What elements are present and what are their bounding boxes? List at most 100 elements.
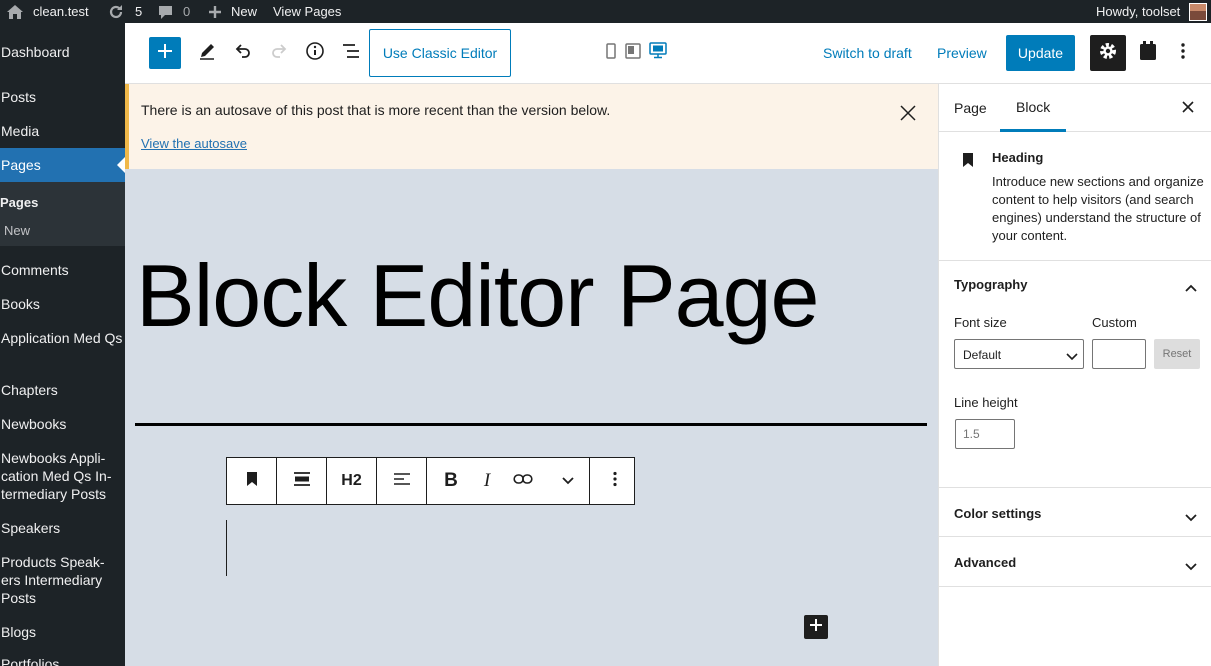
undo-button[interactable] xyxy=(229,37,257,69)
link-button[interactable] xyxy=(499,458,547,504)
text-cursor xyxy=(226,520,227,576)
sidebar-item-label: Portfolios xyxy=(1,656,60,666)
sidebar-item-pages[interactable]: Pages xyxy=(0,148,125,182)
more-formats-button[interactable] xyxy=(547,458,589,504)
italic-button[interactable]: I xyxy=(475,458,499,504)
plugin-sidebar-button[interactable] xyxy=(1135,35,1161,71)
block-width-button[interactable] xyxy=(277,458,326,504)
outline-button[interactable] xyxy=(337,37,365,69)
panel-title: Typography xyxy=(954,277,1028,292)
plus-icon xyxy=(156,42,174,65)
switch-to-draft-button[interactable]: Switch to draft xyxy=(823,37,912,69)
preview-button[interactable]: Preview xyxy=(937,37,987,69)
sidebar-item-label: Newbooks xyxy=(1,416,67,432)
block-type-button[interactable] xyxy=(227,458,276,504)
sidebar-item-comments[interactable]: Comments xyxy=(0,261,125,279)
sidebar-item-blogs[interactable]: Blogs xyxy=(0,623,125,641)
post-title[interactable]: Block Editor Page xyxy=(136,241,819,351)
heading-level-button[interactable]: H2 xyxy=(327,458,376,504)
sidebar-item-chapters[interactable]: Chapters xyxy=(0,381,125,399)
comments-link[interactable]: 0 xyxy=(157,0,190,23)
more-options-button[interactable] xyxy=(1173,35,1193,71)
preview-mobile-button[interactable] xyxy=(605,42,617,64)
view-autosave-link[interactable]: View the autosave xyxy=(141,136,247,151)
editor-canvas: There is an autosave of this post that i… xyxy=(125,84,938,666)
preview-desktop-button[interactable] xyxy=(647,42,669,63)
site-home-link[interactable]: clean.test xyxy=(6,0,89,23)
typography-toggle[interactable]: Typography xyxy=(939,261,1211,309)
block-switcher-group xyxy=(227,458,277,504)
new-content-link[interactable]: New xyxy=(208,0,257,23)
updates-link[interactable]: 5 xyxy=(107,0,142,23)
pages-submenu: Pages New xyxy=(0,182,125,246)
link-icon xyxy=(513,472,533,490)
sidebar-item-label: Pages xyxy=(1,157,41,173)
notice-message: There is an autosave of this post that i… xyxy=(141,102,611,118)
align-left-icon xyxy=(393,470,411,493)
admin-sidebar: Dashboard Posts Media Pages Pages New Co… xyxy=(0,23,125,666)
submenu-item-add-new[interactable]: New xyxy=(4,223,30,238)
use-classic-editor-button[interactable]: Use Classic Editor xyxy=(369,29,511,77)
sidebar-item-products-speakers[interactable]: Products Speak-ers Intermediary Posts xyxy=(0,553,125,607)
redo-button[interactable] xyxy=(265,37,293,69)
align-wide-icon xyxy=(293,470,311,493)
mobile-icon xyxy=(606,42,616,64)
refresh-icon xyxy=(107,3,125,21)
view-pages-label: View Pages xyxy=(273,4,342,19)
custom-size-label: Custom xyxy=(1092,315,1137,330)
bookmark-icon xyxy=(245,471,259,492)
sidebar-item-newbooks[interactable]: Newbooks xyxy=(0,415,125,433)
align-text-button[interactable] xyxy=(377,458,426,504)
sidebar-item-newbooks-intermediary[interactable]: Newbooks Appli-cation Med Qs In-termedia… xyxy=(0,449,125,503)
tools-button[interactable] xyxy=(193,37,221,69)
update-button[interactable]: Update xyxy=(1006,35,1075,71)
submenu-item-label: Pages xyxy=(0,195,39,210)
tab-block[interactable]: Block xyxy=(1000,84,1067,132)
custom-size-input[interactable] xyxy=(1092,339,1146,369)
panel-title: Advanced xyxy=(954,555,1017,570)
sidebar-item-label: Media xyxy=(1,123,40,139)
chevron-down-icon xyxy=(1185,509,1197,527)
account-menu[interactable]: Howdy, toolset xyxy=(1096,0,1208,23)
sidebar-item-speakers[interactable]: Speakers xyxy=(0,519,125,537)
avatar xyxy=(1189,2,1208,21)
sidebar-item-label: Dashboard xyxy=(1,44,70,60)
admin-bar: clean.test 5 0 New View Pages Howdy, too… xyxy=(0,0,1211,23)
line-height-label: Line height xyxy=(954,395,1018,410)
tab-page[interactable]: Page xyxy=(954,84,987,132)
font-size-select[interactable]: Default xyxy=(954,339,1084,369)
sidebar-item-dashboard[interactable]: Dashboard xyxy=(0,43,125,61)
close-sidebar-button[interactable] xyxy=(1182,84,1194,132)
close-icon[interactable] xyxy=(898,103,918,126)
reset-button[interactable]: Reset xyxy=(1154,339,1200,369)
heading-block[interactable] xyxy=(226,520,826,576)
sidebar-item-label: Chapters xyxy=(1,382,58,398)
line-height-input[interactable] xyxy=(955,419,1015,449)
submenu-item-all-pages[interactable]: Pages xyxy=(0,195,38,210)
inserter-button[interactable] xyxy=(804,615,828,639)
color-settings-panel[interactable]: Color settings xyxy=(939,488,1211,537)
plus-icon xyxy=(208,5,222,19)
undo-icon xyxy=(233,41,253,66)
switch-to-draft-label: Switch to draft xyxy=(823,45,912,61)
sidebar-item-portfolios[interactable]: Portfolios xyxy=(0,655,125,666)
list-view-icon xyxy=(341,41,361,66)
settings-button[interactable] xyxy=(1090,35,1126,71)
sidebar-item-posts[interactable]: Posts xyxy=(0,88,125,106)
add-block-button[interactable] xyxy=(149,37,181,69)
font-size-label: Font size xyxy=(954,315,1007,330)
details-button[interactable] xyxy=(301,37,329,69)
bold-button[interactable]: B xyxy=(427,458,475,504)
sidebar-item-books[interactable]: Books xyxy=(0,295,125,313)
separator-block[interactable] xyxy=(135,423,927,426)
sidebar-item-media[interactable]: Media xyxy=(0,122,125,140)
view-pages-link[interactable]: View Pages xyxy=(273,0,341,23)
sidebar-item-label: Books xyxy=(1,296,40,312)
block-options-button[interactable] xyxy=(590,458,639,504)
greeting: Howdy, toolset xyxy=(1096,4,1181,19)
sidebar-item-application-med-qs[interactable]: Application Med Qs xyxy=(0,329,125,347)
advanced-panel[interactable]: Advanced xyxy=(939,537,1211,587)
sidebar-item-label: Blogs xyxy=(1,624,37,640)
comments-count: 0 xyxy=(183,4,191,19)
preview-tablet-button[interactable] xyxy=(624,42,642,63)
